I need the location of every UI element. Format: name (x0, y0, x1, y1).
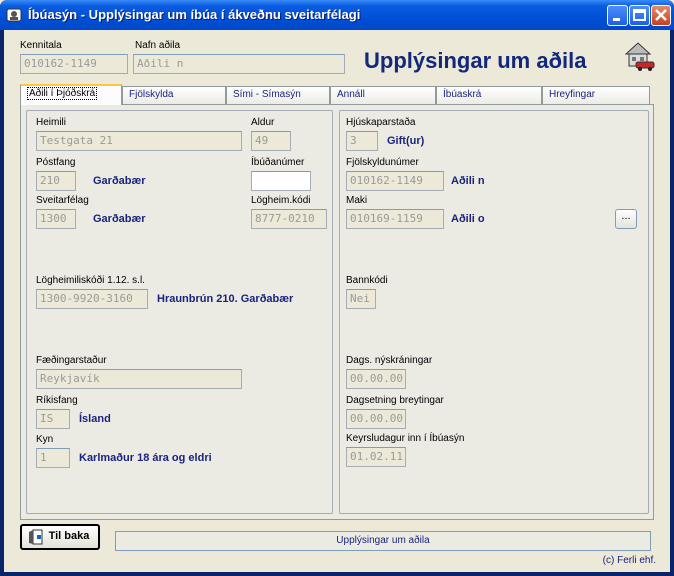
maki-field[interactable]: 010169-1159 (346, 209, 444, 229)
rikisfang-label: Ríkisfang (36, 395, 78, 406)
app-icon (6, 8, 22, 22)
tab-fjolskylda[interactable]: Fjölskylda (122, 86, 226, 104)
close-icon (655, 9, 667, 21)
ibudanumer-label: Íbúðanúmer (251, 157, 305, 168)
postfang-name: Garðabær (93, 175, 146, 187)
breyting-label: Dagsetning breytingar (346, 395, 444, 406)
nafn-field[interactable]: Aðili n (133, 54, 345, 74)
dags-label: Dags. nýskráningar (346, 355, 433, 366)
title-bar[interactable]: Íbúasýn - Upplýsingar um íbúa í ákveðnu … (0, 0, 674, 30)
tab-adili-i-thjodskra[interactable]: Aðili í Þjóðskrá (20, 84, 122, 105)
maki-label: Maki (346, 195, 368, 206)
bannkodi-field[interactable]: Nei (346, 289, 376, 309)
rikisfang-name: Ísland (79, 413, 111, 425)
logheim-field[interactable]: 8777-0210 (251, 209, 327, 229)
ibudanumer-field[interactable] (251, 171, 311, 191)
tab-annall[interactable]: Annáll (330, 86, 436, 104)
breyting-field[interactable]: 00.00.00 (346, 409, 406, 429)
dags-field[interactable]: 00.00.00 (346, 369, 406, 389)
sveitarfelag-label: Sveitarfélag (36, 195, 89, 206)
fjolskyldunumer-label: Fjölskyldunúmer (346, 157, 419, 168)
status-bar: Upplýsingar um aðila (115, 531, 651, 551)
client-area: Kennitala 010162-1149 Nafn aðila Aðili n… (4, 30, 670, 572)
hjuskapar-field[interactable]: 3 (346, 131, 378, 151)
maki-lookup-button[interactable]: ... (615, 209, 637, 229)
postfang-field[interactable]: 210 (36, 171, 76, 191)
minimize-button[interactable] (607, 5, 628, 26)
keyrsla-label: Keyrsludagur inn í Íbúasýn (346, 433, 465, 444)
tab-panel: Heimili Testgata 21 Aldur 49 Póstfang 21… (20, 104, 654, 520)
bannkodi-label: Bannkódi (346, 275, 388, 286)
aldur-field[interactable]: 49 (251, 131, 291, 151)
house-car-icon (624, 42, 655, 71)
kennitala-label: Kennitala (20, 40, 62, 51)
tab-simi-simasyn[interactable]: Sími - Símasýn (226, 86, 330, 104)
postfang-label: Póstfang (36, 157, 76, 168)
back-button-label: Til baka (48, 530, 90, 542)
faedingarstadur-field[interactable]: Reykjavík (36, 369, 242, 389)
logheimiliskodi-field[interactable]: 1300-9920-3160 (36, 289, 148, 309)
aldur-label: Aldur (251, 117, 275, 128)
kyn-label: Kyn (36, 434, 54, 445)
tab-ibuaskra[interactable]: Íbúaskrá (436, 86, 542, 104)
fjolskyldunumer-name: Aðili n (451, 175, 485, 187)
sveitarfelag-name: Garðabær (93, 213, 146, 225)
sveitarfelag-field[interactable]: 1300 (36, 209, 76, 229)
maki-name: Aðili o (451, 213, 485, 225)
nafn-label: Nafn aðila (135, 40, 181, 51)
tab-hreyfingar[interactable]: Hreyfingar (542, 86, 650, 104)
app-window: Íbúasýn - Upplýsingar um íbúa í ákveðnu … (0, 0, 674, 576)
copyright: (c) Ferli ehf. (602, 555, 656, 566)
logheimiliskodi-text: Hraunbrún 210. Garðabær (157, 293, 294, 305)
maximize-button[interactable] (629, 5, 650, 26)
page-title: Upplýsingar um aðila (364, 48, 587, 73)
back-button[interactable]: Til baka (20, 524, 100, 550)
kyn-field[interactable]: 1 (36, 448, 70, 468)
minimize-icon (613, 18, 620, 21)
keyrsla-field[interactable]: 01.02.11 (346, 447, 406, 467)
faedingarstadur-label: Fæðingarstaður (36, 355, 107, 366)
maximize-icon (633, 9, 646, 21)
kyn-text: Karlmaður 18 ára og eldri (79, 452, 212, 464)
hjuskapar-text: Gift(ur) (387, 135, 425, 147)
rikisfang-field[interactable]: IS (36, 409, 70, 429)
kennitala-field[interactable]: 010162-1149 (20, 54, 128, 74)
close-button[interactable] (651, 5, 671, 26)
logheim-label: Lögheim.kódi (251, 195, 311, 206)
heimili-field[interactable]: Testgata 21 (36, 131, 242, 151)
hjuskapar-label: Hjúskaparstaða (346, 117, 416, 128)
heimili-label: Heimili (36, 117, 66, 128)
fjolskyldunumer-field[interactable]: 010162-1149 (346, 171, 444, 191)
logheimiliskodi-label: Lögheimiliskóði 1.12. s.l. (36, 275, 145, 286)
door-exit-icon (29, 529, 43, 545)
window-title: Íbúasýn - Upplýsingar um íbúa í ákveðnu … (28, 7, 361, 22)
